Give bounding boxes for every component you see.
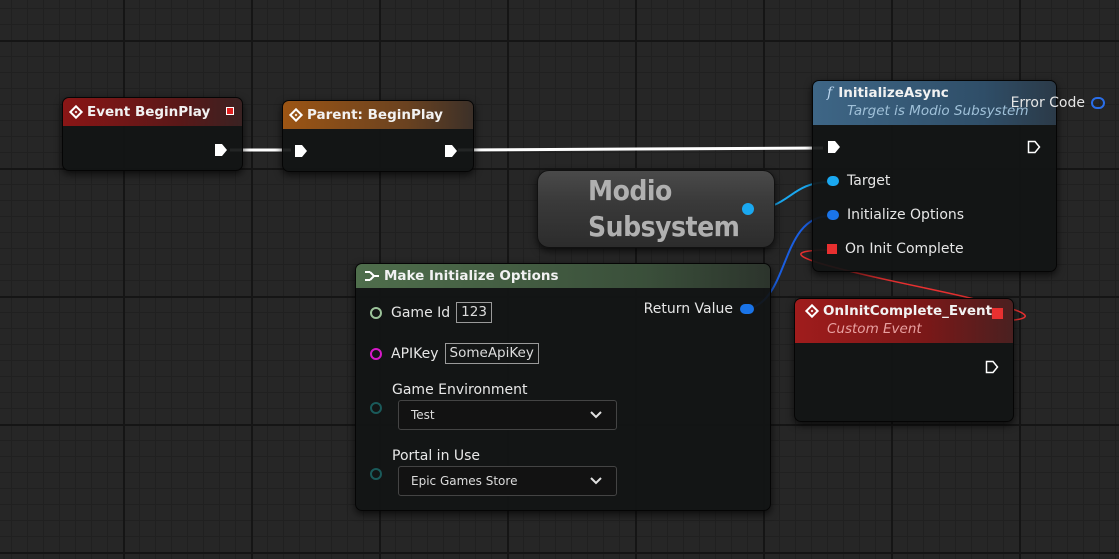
api-key-label: APIKey xyxy=(391,345,439,362)
return-value-label: Return Value xyxy=(643,301,733,317)
event-beginplay-title: Event BeginPlay xyxy=(87,104,211,120)
exec-in-pin[interactable] xyxy=(827,140,841,154)
chevron-down-icon xyxy=(590,411,602,419)
initialize-options-pin-row[interactable]: Initialize Options xyxy=(827,207,964,223)
make-struct-icon xyxy=(365,271,379,281)
event-diamond-icon xyxy=(68,104,84,120)
game-environment-select[interactable]: Test xyxy=(398,400,617,430)
on-init-complete-event-node[interactable]: OnInitComplete_Event Custom Event xyxy=(794,298,1014,422)
on-init-complete-event-header[interactable]: OnInitComplete_Event Custom Event xyxy=(795,299,1013,343)
exec-in-pin[interactable] xyxy=(294,144,308,158)
game-id-pin[interactable] xyxy=(370,306,382,319)
delegate-pin-icon[interactable] xyxy=(827,244,837,254)
parent-beginplay-header[interactable]: Parent: BeginPlay xyxy=(283,101,473,129)
portal-in-use-value: Epic Games Store xyxy=(411,474,518,488)
target-pin-row[interactable]: Target xyxy=(827,173,890,189)
error-code-pin[interactable] xyxy=(1091,97,1105,109)
modio-subsystem-line2: Subsystem xyxy=(588,210,740,243)
game-id-label: Game Id xyxy=(391,304,451,321)
game-environment-label: Game Environment xyxy=(392,382,528,398)
game-environment-value: Test xyxy=(411,408,435,422)
event-beginplay-header[interactable]: Event BeginPlay xyxy=(63,98,242,126)
initialize-async-title: InitializeAsync xyxy=(838,85,949,101)
initialize-options-pin[interactable] xyxy=(827,210,839,220)
function-icon: f xyxy=(827,85,833,101)
error-code-pin-row[interactable]: Error Code xyxy=(1011,95,1105,111)
event-beginplay-node[interactable]: Event BeginPlay xyxy=(62,97,243,171)
portal-in-use-select[interactable]: Epic Games Store xyxy=(398,466,617,496)
portal-in-use-pin[interactable] xyxy=(370,468,382,480)
on-init-complete-event-subtitle: Custom Event xyxy=(827,321,922,337)
error-code-label: Error Code xyxy=(1010,95,1085,111)
delegate-pin-icon[interactable] xyxy=(226,107,234,115)
api-key-pin-row[interactable]: APIKey SomeApiKey xyxy=(370,343,539,364)
function-diamond-icon xyxy=(288,107,304,123)
initialize-options-pin-label: Initialize Options xyxy=(847,207,965,223)
chevron-down-icon xyxy=(590,477,602,485)
exec-wire-parent-initialize xyxy=(457,146,824,152)
make-initialize-options-title: Make Initialize Options xyxy=(384,268,559,284)
on-init-complete-pin-label: On Init Complete xyxy=(845,241,964,257)
modio-subsystem-line1: Modio xyxy=(588,174,672,207)
return-value-pin-row[interactable]: Return Value xyxy=(644,301,754,317)
modio-subsystem-output-pin[interactable] xyxy=(742,203,754,215)
portal-in-use-label: Portal in Use xyxy=(392,448,481,464)
modio-subsystem-node[interactable]: Modio Subsystem xyxy=(537,170,775,248)
api-key-input[interactable]: SomeApiKey xyxy=(444,343,539,364)
event-diamond-icon xyxy=(804,303,820,319)
make-initialize-options-header[interactable]: Make Initialize Options xyxy=(356,264,770,288)
initialize-async-subtitle: Target is Modio Subsystem xyxy=(847,103,1029,119)
api-key-pin[interactable] xyxy=(370,347,382,360)
target-pin[interactable] xyxy=(827,176,839,186)
exec-out-pin[interactable] xyxy=(214,143,228,157)
on-init-complete-event-title: OnInitComplete_Event xyxy=(823,303,993,319)
game-id-input[interactable]: 123 xyxy=(456,302,492,323)
return-value-pin[interactable] xyxy=(740,304,754,314)
game-id-pin-row[interactable]: Game Id 123 xyxy=(370,302,492,323)
exec-out-pin[interactable] xyxy=(985,360,999,374)
target-pin-label: Target xyxy=(847,173,891,189)
game-environment-pin[interactable] xyxy=(370,402,382,414)
parent-beginplay-title: Parent: BeginPlay xyxy=(307,107,443,123)
exec-out-pin[interactable] xyxy=(1027,140,1041,154)
make-initialize-options-node[interactable]: Make Initialize Options Game Id 123 APIK… xyxy=(355,263,771,511)
delegate-pin-icon[interactable] xyxy=(992,308,1003,319)
parent-beginplay-node[interactable]: Parent: BeginPlay xyxy=(282,100,474,172)
on-init-complete-pin-row[interactable]: On Init Complete xyxy=(827,241,964,257)
exec-out-pin[interactable] xyxy=(444,144,458,158)
